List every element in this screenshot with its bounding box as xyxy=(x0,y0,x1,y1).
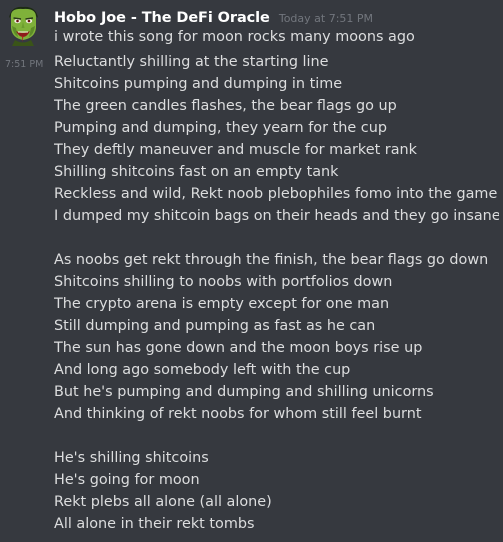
green-zombie-avatar-icon xyxy=(9,6,38,46)
followup-message: Reluctantly shilling at the starting lin… xyxy=(54,51,499,535)
lyric-line: Rekt plebs all alone (all alone) xyxy=(54,494,272,510)
chat-message-area: Hobo Joe - The DeFi Oracle Today at 7:51… xyxy=(0,0,503,542)
lyric-line: Shitcoins shilling to noobs with portfol… xyxy=(54,274,393,290)
lyric-line: They deftly maneuver and muscle for mark… xyxy=(54,142,417,158)
user-avatar[interactable] xyxy=(3,4,43,46)
lyric-line: But he's pumping and dumping and shillin… xyxy=(54,384,434,400)
lyric-line: All alone in their rekt tombs xyxy=(54,516,255,532)
lyric-line: The sun has gone down and the moon boys … xyxy=(54,340,423,356)
stanza-break xyxy=(54,227,499,249)
lyric-line: Still dumping and pumping as fast as he … xyxy=(54,318,376,334)
lyric-line: Reluctantly shilling at the starting lin… xyxy=(54,54,329,70)
lyric-line: And long ago somebody left with the cup xyxy=(54,362,351,378)
lyric-line: Shilling shitcoins fast on an empty tank xyxy=(54,164,339,180)
message-header: Hobo Joe - The DeFi Oracle Today at 7:51… xyxy=(54,7,373,26)
lyric-line: Pumping and dumping, they yearn for the … xyxy=(54,120,387,136)
lyric-line: As noobs get rekt through the finish, th… xyxy=(54,252,489,268)
followup-timestamp: 7:51 PM xyxy=(5,59,44,70)
lyric-line: The crypto arena is empty except for one… xyxy=(54,296,390,312)
stanza-break xyxy=(54,425,499,447)
message-text: i wrote this song for moon rocks many mo… xyxy=(54,29,415,45)
lyric-line: And thinking of rekt noobs for whom stil… xyxy=(54,406,422,422)
lyric-line: I dumped my shitcoin bags on their heads… xyxy=(54,208,499,224)
lyric-line: He's going for moon xyxy=(54,472,200,488)
lyric-line: Reckless and wild, Rekt noob plebophiles… xyxy=(54,186,498,202)
username[interactable]: Hobo Joe - The DeFi Oracle xyxy=(54,10,270,26)
lyric-line: Shitcoins pumping and dumping in time xyxy=(54,76,343,92)
lyric-line: He's shilling shitcoins xyxy=(54,450,209,466)
lyric-line: The green candles flashes, the bear flag… xyxy=(54,98,397,114)
message-timestamp: Today at 7:51 PM xyxy=(278,12,374,25)
